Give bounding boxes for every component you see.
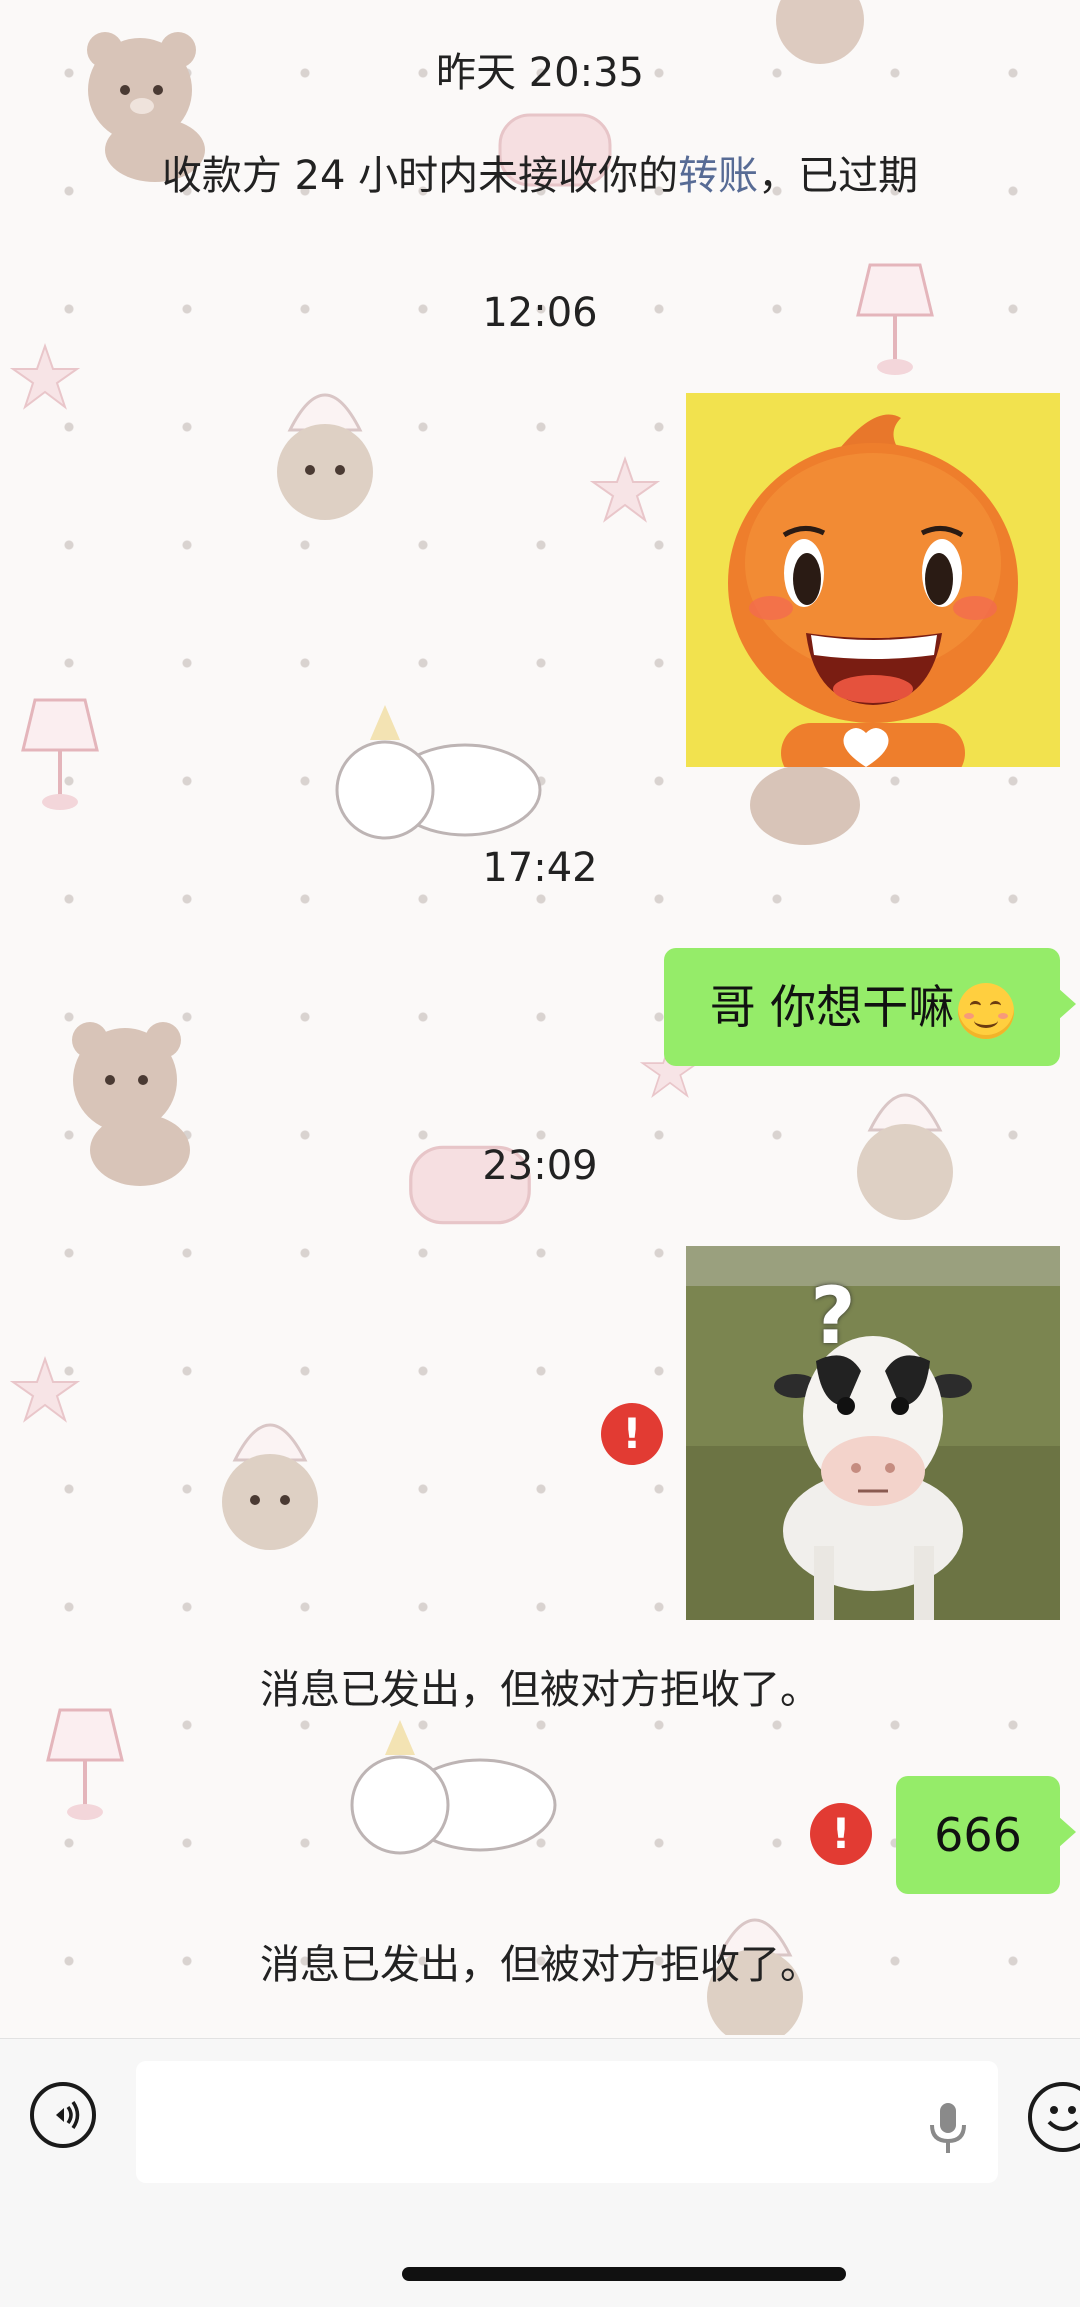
puppy-decoration-icon [350, 1720, 557, 1855]
text-message-bubble[interactable]: 哥 你想干嘛 [664, 948, 1076, 1066]
bubble-tail [1058, 988, 1076, 1020]
message-text: 666 [934, 1808, 1022, 1862]
transfer-expired-notice: 收款方 24 小时内未接收你的转账，已过期 [0, 148, 1080, 204]
star-decoration-icon [590, 455, 660, 523]
bubble-tail [1058, 1816, 1076, 1848]
timestamp: 12:06 [482, 290, 598, 336]
voice-mode-icon[interactable] [30, 2082, 96, 2148]
rejected-notice: 消息已发出，但被对方拒收了。 [260, 1942, 820, 1988]
cow-meme-sticker-icon [686, 1246, 1060, 1620]
message-text: 哥 你想干嘛 [709, 980, 955, 1034]
puppy-decoration-icon [335, 705, 542, 840]
smile-emoji-icon [958, 982, 1015, 1039]
home-indicator [402, 2267, 846, 2281]
send-failed-icon[interactable]: ! [810, 1803, 872, 1865]
microphone-icon[interactable] [924, 2099, 972, 2157]
star-decoration-icon [10, 1355, 80, 1423]
notice-text: ，已过期 [758, 153, 919, 199]
message-input[interactable] [136, 2061, 998, 2183]
puppy-decoration-icon [222, 1423, 318, 1550]
sticker-message[interactable]: ? [686, 1246, 1060, 1620]
lamp-decoration-icon [46, 1708, 124, 1820]
puppy-decoration-icon [277, 393, 373, 520]
text-message-bubble[interactable]: 666 [896, 1776, 1076, 1894]
send-failed-icon[interactable]: ! [601, 1403, 663, 1465]
timestamp: 17:42 [482, 845, 598, 891]
chat-area[interactable]: 昨天 20:35 收款方 24 小时内未接收你的转账，已过期 12:06 17:… [0, 0, 1080, 2038]
sticker-message[interactable] [686, 393, 1060, 767]
input-bar [0, 2038, 1080, 2307]
rejected-notice: 消息已发出，但被对方拒收了。 [260, 1667, 820, 1713]
timestamp: 23:09 [482, 1143, 598, 1189]
orange-character-sticker-icon [728, 414, 1018, 767]
transfer-link[interactable]: 转账 [678, 153, 758, 199]
lamp-decoration-icon [21, 698, 99, 810]
emoji-icon[interactable] [1028, 2082, 1080, 2152]
star-decoration-icon [10, 342, 80, 410]
question-mark-label: ? [810, 1272, 856, 1362]
notice-text: 收款方 24 小时内未接收你的 [161, 153, 679, 199]
timestamp: 昨天 20:35 [436, 50, 644, 96]
